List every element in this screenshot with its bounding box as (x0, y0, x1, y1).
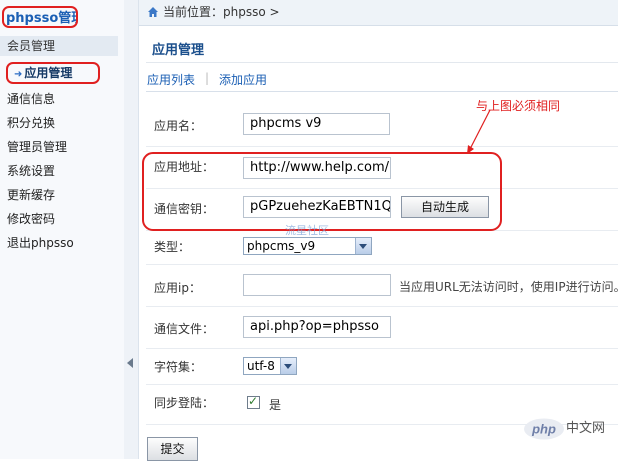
sidebar: phpsso管理 会员管理 ➜ 应用管理 通信信息 积分兑换 管理员管理 系统设置… (0, 0, 125, 459)
divider (146, 62, 618, 63)
sidebar-item-system-settings[interactable]: 系统设置 (7, 161, 55, 181)
charset-select[interactable]: utf-8 (243, 357, 297, 375)
app-name-label: 应用名： (154, 119, 203, 133)
app-ip-hint: 当应用URL无法访问时，使用IP进行访问。 (399, 280, 618, 294)
divider (146, 91, 618, 92)
divider (146, 264, 618, 265)
site-name: 中文网 (566, 421, 606, 436)
type-select-value: phpcms_v9 (247, 239, 316, 253)
sidebar-item-admin[interactable]: 管理员管理 (7, 137, 67, 157)
watermark: 流星社区 (285, 224, 329, 237)
divider (146, 384, 618, 385)
submit-button[interactable]: 提交 (147, 437, 198, 461)
sidebar-item-communication[interactable]: 通信信息 (7, 89, 55, 109)
sidebar-item-update-cache[interactable]: 更新缓存 (7, 185, 55, 205)
api-file-label: 通信文件： (154, 322, 215, 336)
chevron-down-icon[interactable] (280, 358, 296, 374)
sidebar-item-change-password[interactable]: 修改密码 (7, 209, 55, 229)
sidebar-item-app-management[interactable]: ➜ 应用管理 (6, 62, 100, 84)
divider (146, 306, 618, 307)
sidebar-item-credit-exchange[interactable]: 积分兑换 (7, 113, 55, 133)
home-icon[interactable] (147, 6, 159, 18)
annotation-arrow-icon (467, 109, 491, 154)
sync-login-option-label[interactable]: 是 (269, 396, 281, 413)
divider (146, 348, 618, 349)
breadcrumb-bar: 当前位置：phpsso > (139, 0, 618, 26)
charset-label: 字符集： (154, 360, 203, 374)
php-logo: php (524, 418, 564, 440)
divider (146, 146, 618, 147)
sidebar-section-members[interactable]: 会员管理 (0, 36, 118, 56)
app-ip-input[interactable] (243, 274, 391, 296)
arrow-right-icon: ➜ (14, 69, 23, 80)
page-title: 应用管理 (152, 43, 205, 58)
php-logo-text: php (531, 422, 556, 437)
tab-separator: | (205, 71, 210, 85)
sync-login-checkbox[interactable]: ✓ (247, 394, 260, 409)
checkmark-icon: ✓ (248, 394, 259, 408)
charset-select-value: utf-8 (247, 359, 275, 373)
app-ip-label: 应用ip： (154, 281, 201, 295)
sidebar-item-logout[interactable]: 退出phpsso (7, 233, 74, 253)
app-name-input[interactable]: phpcms v9 (243, 113, 390, 135)
tab-app-list[interactable]: 应用列表 (147, 71, 195, 88)
chevron-down-icon[interactable] (355, 238, 371, 254)
tab-add-app[interactable]: 添加应用 (219, 71, 267, 88)
type-label: 类型： (154, 240, 191, 254)
sidebar-item-label: 应用管理 (24, 66, 73, 80)
collapse-arrow-icon[interactable] (127, 358, 133, 368)
sync-login-label: 同步登陆： (154, 396, 215, 410)
brand-title[interactable]: phpsso管理 (2, 6, 78, 28)
sidebar-collapse-bar[interactable] (124, 0, 139, 459)
type-select[interactable]: phpcms_v9 (243, 237, 372, 255)
breadcrumb: 当前位置：phpsso > (163, 5, 280, 19)
api-file-input[interactable]: api.php?op=phpsso (243, 316, 391, 338)
highlight-box (142, 152, 502, 231)
